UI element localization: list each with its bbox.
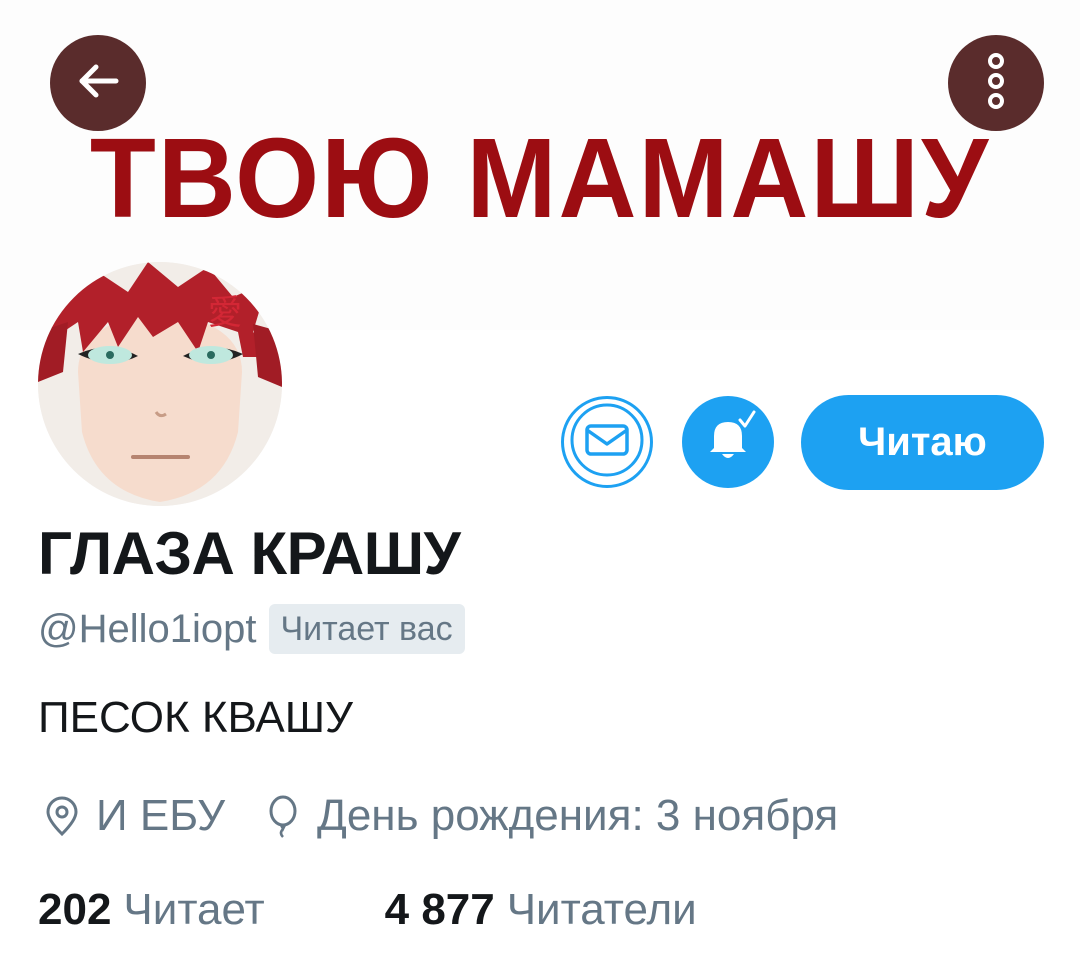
avatar-image: 愛 xyxy=(38,262,282,506)
following-stat[interactable]: 202 Читает xyxy=(38,885,265,935)
following-button[interactable]: Читаю xyxy=(801,395,1044,490)
profile-meta: И ЕБУ День рождения: 3 ноября xyxy=(38,786,872,846)
display-name: ГЛАЗА КРАШУ xyxy=(38,520,461,587)
message-button[interactable] xyxy=(561,396,653,488)
user-handle: @Hello1iopt xyxy=(38,607,257,651)
more-options-button[interactable] xyxy=(948,35,1044,131)
handle-row: @Hello1iopt Читает вас xyxy=(38,603,465,655)
location-item: И ЕБУ xyxy=(38,791,225,841)
svg-text:愛: 愛 xyxy=(208,293,242,333)
follows-you-badge: Читает вас xyxy=(268,604,465,654)
banner-text: ТВОЮ МАМАШУ xyxy=(89,113,991,241)
following-count: 202 xyxy=(38,885,112,934)
notifications-button[interactable] xyxy=(682,396,774,488)
following-label: Читает xyxy=(123,885,265,934)
more-vertical-icon xyxy=(976,49,1016,118)
bell-check-icon xyxy=(696,408,760,477)
followers-count: 4 877 xyxy=(384,885,495,934)
birthday-item: День рождения: 3 ноября xyxy=(259,791,838,841)
followers-label: Читатели xyxy=(506,885,697,934)
back-button[interactable] xyxy=(50,35,146,131)
profile-page: ТВОЮ МАМАШУ 愛 Читаю ГЛАЗА КРАШУ @Hello1i… xyxy=(0,0,1080,977)
arrow-left-icon xyxy=(70,53,126,114)
follow-stats: 202 Читает 4 877 Читатели xyxy=(38,880,697,940)
location-text: И ЕБУ xyxy=(96,791,226,840)
followers-stat[interactable]: 4 877 Читатели xyxy=(385,885,697,935)
balloon-icon xyxy=(259,792,307,840)
location-pin-icon xyxy=(38,792,86,840)
profile-bio: ПЕСОК КВАШУ xyxy=(38,693,354,742)
birthday-text: День рождения: 3 ноября xyxy=(317,791,839,840)
avatar[interactable]: 愛 xyxy=(38,262,282,506)
envelope-icon xyxy=(569,402,645,483)
